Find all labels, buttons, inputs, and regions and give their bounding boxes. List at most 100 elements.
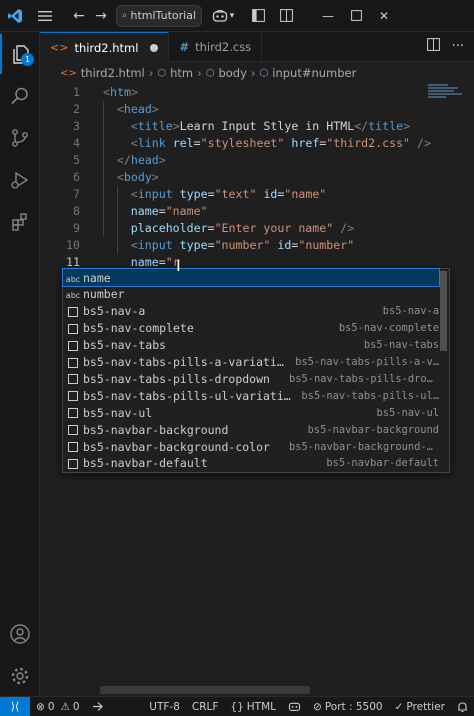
code-line[interactable]: 7 <input type="text" id="name" bbox=[40, 186, 440, 203]
back-arrow-icon[interactable]: ← bbox=[68, 0, 90, 32]
suggestion-item[interactable]: bs5-nav-a bs5-nav-a bbox=[63, 303, 439, 320]
suggestion-item[interactable]: bs5-navbar-default bs5-navbar-default bbox=[63, 455, 439, 472]
more-actions-icon[interactable]: ··· bbox=[452, 39, 464, 54]
prettier-label: Prettier bbox=[406, 700, 445, 713]
copilot-status-icon[interactable] bbox=[282, 701, 307, 712]
live-server-port-button[interactable]: ⊘ Port : 5500 bbox=[307, 701, 389, 713]
code-token: < bbox=[130, 238, 138, 252]
code-line[interactable]: 1 <htm> bbox=[40, 84, 440, 101]
breadcrumb-item[interactable]: input#number bbox=[272, 66, 356, 80]
suggestion-item[interactable]: bs5-nav-complete bs5-nav-complete bbox=[63, 320, 439, 337]
language-mode-button[interactable]: {} HTML bbox=[224, 701, 282, 713]
copilot-icon[interactable]: ▾ bbox=[208, 0, 238, 32]
source-control-icon[interactable] bbox=[0, 118, 40, 158]
problems-indicator[interactable]: ⊗ 0 ⚠ 0 bbox=[30, 701, 86, 713]
encoding-button[interactable]: UTF-8 bbox=[143, 701, 186, 713]
autocomplete-suggest-widget: abc name abc number bs5-nav-a bs5-nav-a bs5-na… bbox=[62, 268, 450, 473]
code-line[interactable]: 3 <title>Learn Input Stlye in HTML</title… bbox=[40, 118, 440, 135]
account-icon[interactable] bbox=[0, 614, 40, 654]
code-line[interactable]: 9 placeholder="Enter your name" /> bbox=[40, 220, 440, 237]
code-line[interactable]: 8 name="name" bbox=[40, 203, 440, 220]
suggestion-label: name bbox=[83, 270, 111, 285]
chevron-right-icon: › bbox=[148, 66, 154, 80]
breadcrumb-item[interactable]: body bbox=[218, 66, 246, 80]
eol-button[interactable]: CRLF bbox=[186, 701, 225, 713]
suggest-scrollbar[interactable] bbox=[440, 271, 447, 351]
indent-guide bbox=[117, 186, 118, 254]
suggestion-detail: bs5-nav-ul bbox=[376, 406, 439, 419]
suggestion-item[interactable]: bs5-navbar-background bs5-navbar-backgrou… bbox=[63, 421, 439, 438]
code-token: "name" bbox=[165, 204, 208, 218]
layout-icon[interactable] bbox=[272, 0, 300, 32]
remote-window-icon[interactable]: ⟩⟨ bbox=[0, 696, 30, 716]
double-check-icon: ✓ bbox=[394, 700, 404, 713]
code-token: > bbox=[403, 119, 411, 133]
code-token: < bbox=[116, 102, 124, 116]
notifications-bell-icon[interactable] bbox=[451, 701, 474, 713]
suggestion-item[interactable]: bs5-nav-tabs-pills-ul-variati… bs5-nav-ta… bbox=[63, 387, 439, 404]
explorer-icon[interactable]: 1 bbox=[0, 34, 40, 74]
extensions-icon[interactable] bbox=[0, 202, 40, 242]
ports-icon[interactable] bbox=[86, 701, 109, 712]
maximize-icon[interactable] bbox=[342, 0, 370, 32]
menu-icon[interactable] bbox=[30, 0, 60, 32]
suggestion-item[interactable]: abc name bbox=[62, 268, 440, 287]
suggestion-detail: bs5-nav-tabs bbox=[363, 339, 439, 352]
tab-third2-html[interactable]: <> third2.html bbox=[40, 32, 170, 62]
code-token: > bbox=[151, 102, 159, 116]
suggestion-item[interactable]: bs5-nav-ul bs5-nav-ul bbox=[63, 404, 439, 421]
tab-label: third2.html bbox=[74, 40, 139, 55]
code-line[interactable]: 4 <link rel="stylesheet" href="third2.css… bbox=[40, 135, 440, 152]
css-file-icon: # bbox=[179, 40, 190, 54]
snippet-icon bbox=[63, 406, 83, 420]
suggestion-detail: bs5-nav-tabs-pills-dropd… bbox=[289, 372, 439, 385]
minimize-icon[interactable]: — bbox=[314, 0, 342, 32]
code-token: type bbox=[179, 187, 208, 201]
code-token: name bbox=[130, 255, 159, 269]
suggestion-detail: bs5-navbar-background bbox=[307, 423, 439, 436]
snippet-icon bbox=[63, 355, 83, 369]
suggestion-item[interactable]: bs5-nav-tabs-pills-a-variati… bs5-nav-tab… bbox=[63, 354, 439, 371]
code-line[interactable]: 10 <input type="number" id="number" bbox=[40, 237, 440, 254]
warning-icon: ⚠ bbox=[60, 700, 70, 713]
horizontal-scrollbar[interactable] bbox=[100, 686, 310, 694]
element-cube-icon: ⬡ bbox=[205, 67, 215, 79]
suggestion-label: number bbox=[83, 287, 125, 302]
suggestion-item[interactable]: abc number bbox=[63, 286, 439, 303]
code-token: id bbox=[263, 187, 278, 201]
code-line[interactable]: 6 <body> bbox=[40, 169, 440, 186]
code-token: < bbox=[130, 119, 138, 133]
split-editor-icon[interactable] bbox=[426, 38, 440, 55]
command-center-search[interactable]: htmlTutorial bbox=[116, 4, 202, 27]
code-line[interactable]: 5 </head> bbox=[40, 152, 440, 169]
suggestion-item[interactable]: bs5-nav-tabs-pills-dropdown bs5-nav-tabs-… bbox=[63, 370, 439, 387]
code-token: "number" bbox=[214, 238, 271, 252]
run-debug-icon[interactable] bbox=[0, 160, 40, 200]
tab-label: third2.css bbox=[195, 40, 252, 54]
port-label: Port : 5500 bbox=[324, 700, 383, 713]
snippet-icon bbox=[63, 423, 83, 437]
unsaved-dot-icon[interactable] bbox=[150, 43, 159, 52]
suggestion-item[interactable]: bs5-nav-tabs bs5-nav-tabs bbox=[63, 337, 439, 354]
toggle-panel-icon[interactable] bbox=[244, 0, 272, 32]
breadcrumb-file[interactable]: third2.html bbox=[81, 66, 145, 80]
code-token: href bbox=[291, 136, 320, 150]
suggestion-item[interactable]: bs5-navbar-background-color bs5-navbar-ba… bbox=[63, 438, 439, 455]
code-token: = bbox=[207, 221, 215, 235]
breadcrumb: <> third2.html › ⬡ htm › ⬡ body › ⬡ inpu… bbox=[40, 62, 474, 84]
code-token: head bbox=[130, 153, 159, 167]
suggestion-label: bs5-nav-ul bbox=[83, 405, 153, 420]
snippet-icon bbox=[63, 456, 83, 470]
settings-gear-icon[interactable] bbox=[0, 656, 40, 696]
code-line[interactable]: 2 <head> bbox=[40, 101, 440, 118]
forward-arrow-icon[interactable]: → bbox=[90, 0, 112, 32]
tab-third2-css[interactable]: # third2.css bbox=[169, 32, 263, 62]
braces-icon: {} bbox=[230, 700, 244, 713]
breadcrumb-item[interactable]: htm bbox=[170, 66, 193, 80]
line-number: 4 bbox=[73, 136, 80, 150]
search-icon[interactable] bbox=[0, 76, 40, 116]
close-icon[interactable]: ✕ bbox=[370, 0, 398, 32]
activity-bar: 1 bbox=[0, 32, 40, 696]
prettier-button[interactable]: ✓ Prettier bbox=[389, 701, 451, 713]
